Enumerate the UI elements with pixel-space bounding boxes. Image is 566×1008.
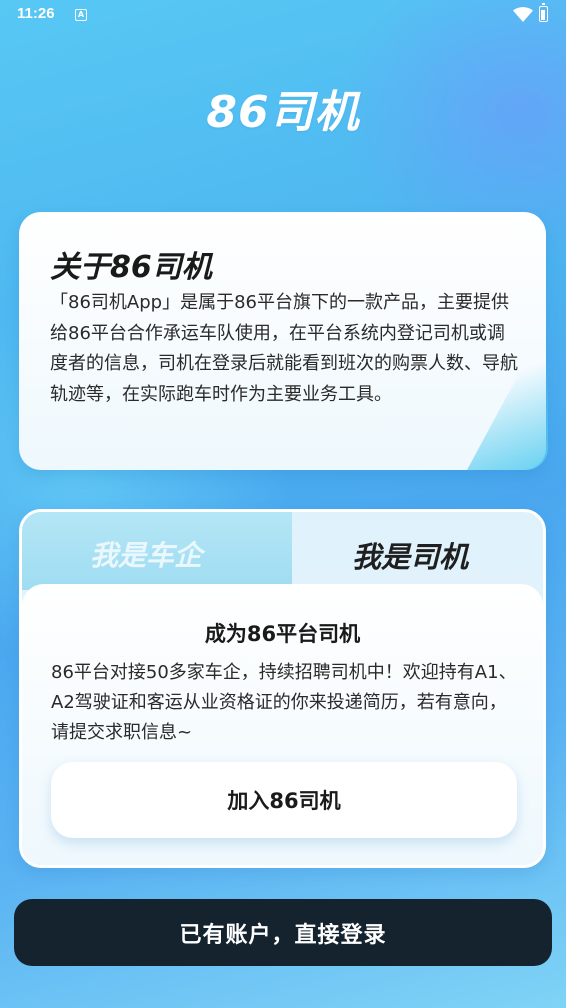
app-logo: 86司机 [206, 87, 360, 138]
tab-company-label: 我是车企 [90, 539, 203, 572]
driver-description: 86平台对接50多家车企，持续招聘司机中！欢迎持有A1、A2驾驶证和客运从业资格… [51, 662, 517, 743]
notification-a-icon: A [75, 9, 87, 21]
about-description: 「86司机App」是属于86平台旗下的一款产品，主要提供给86平台合作承运车队使… [50, 292, 518, 405]
about-card: 关于86司机 「86司机App」是属于86平台旗下的一款产品，主要提供给86平台… [19, 212, 546, 470]
tab-driver[interactable]: 我是司机 [280, 512, 546, 590]
tab-driver-label: 我是司机 [352, 540, 469, 574]
status-time: 11:26 [17, 5, 55, 22]
driver-panel: 成为86平台司机 86平台对接50多家车企，持续招聘司机中！欢迎持有A1、A2驾… [22, 584, 543, 865]
join-button[interactable]: 加入86司机 [51, 762, 517, 838]
driver-heading: 成为86平台司机 [204, 622, 361, 646]
battery-icon [539, 3, 548, 22]
role-card: 我是车企 我是司机 成为86平台司机 86平台对接50多家车企，持续招聘司机中！… [19, 509, 546, 868]
login-button[interactable]: 已有账户，直接登录 [14, 899, 552, 966]
about-title: 关于86司机 [50, 250, 212, 285]
wifi-icon [513, 7, 533, 22]
tab-company[interactable]: 我是车企 [22, 512, 292, 590]
status-bar: 11:26 A [0, 0, 566, 30]
